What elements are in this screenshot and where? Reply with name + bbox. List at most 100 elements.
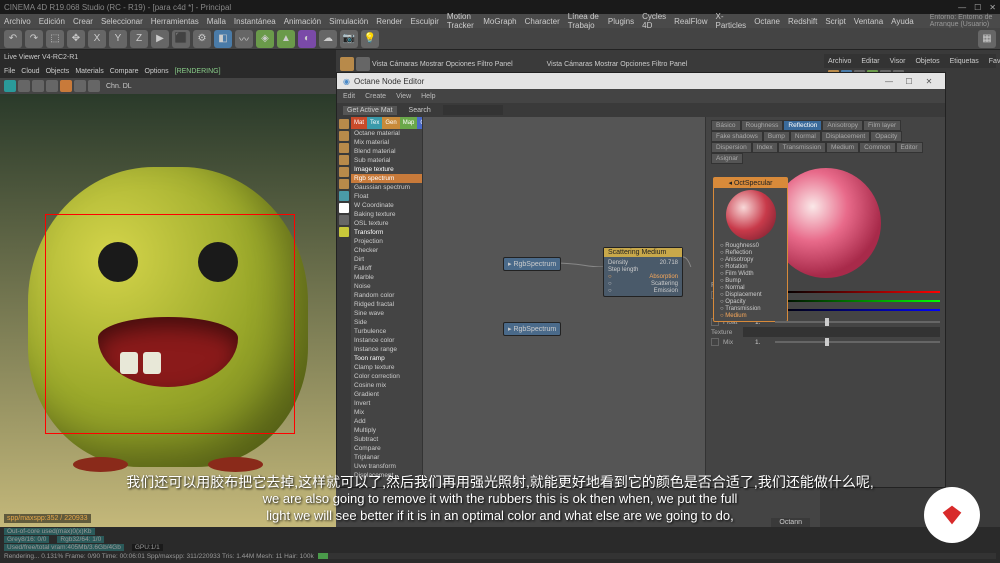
menu-animacion[interactable]: Animación xyxy=(284,17,321,26)
menu-octane[interactable]: Octane xyxy=(754,17,780,26)
tab-index[interactable]: Index xyxy=(752,142,778,153)
layout-icon[interactable]: ▦ xyxy=(978,30,996,48)
region-icon[interactable] xyxy=(60,80,72,92)
menu-render[interactable]: Render xyxy=(376,17,402,26)
ne-close-button[interactable]: ✕ xyxy=(919,77,939,86)
rgb-bars[interactable] xyxy=(784,291,940,299)
render-icon[interactable]: ▶ xyxy=(151,30,169,48)
tab-fakeshadows[interactable]: Fake shadows xyxy=(711,131,763,142)
list-item[interactable]: Mix material xyxy=(351,138,422,147)
list-item[interactable]: Instance color xyxy=(351,336,422,345)
tab-mat[interactable]: Mat xyxy=(351,117,367,129)
play-icon[interactable] xyxy=(4,80,16,92)
ne-menu-create[interactable]: Create xyxy=(365,93,386,100)
menu-cycles[interactable]: Cycles 4D xyxy=(642,12,666,30)
menu-script[interactable]: Script xyxy=(825,17,845,26)
ne-titlebar[interactable]: ◉ Octane Node Editor — ☐ ✕ xyxy=(337,73,945,89)
list-item[interactable]: Add xyxy=(351,417,422,426)
ne-maximize-button[interactable]: ☐ xyxy=(899,77,919,86)
node-graph[interactable]: ▸ RgbSpectrum ▸ RgbSpectrum Scattering M… xyxy=(423,117,705,487)
list-item[interactable]: Invert xyxy=(351,399,422,408)
sb-plane-icon[interactable] xyxy=(339,155,349,165)
list-item[interactable]: W Coordinate xyxy=(351,201,422,210)
light-icon[interactable]: 💡 xyxy=(361,30,379,48)
minimize-button[interactable]: — xyxy=(958,3,966,12)
list-item[interactable]: Subtract xyxy=(351,435,422,444)
menu-herramientas[interactable]: Herramientas xyxy=(151,17,199,26)
menu-plugins[interactable]: Plugins xyxy=(608,17,634,26)
list-item[interactable]: Toon ramp xyxy=(351,354,422,363)
list-item[interactable]: Float xyxy=(351,192,422,201)
list-item[interactable]: Falloff xyxy=(351,264,422,273)
tab-gen[interactable]: Gen xyxy=(382,117,399,129)
sb-icon[interactable] xyxy=(339,191,349,201)
menu-xparticles[interactable]: X-Particles xyxy=(716,12,747,30)
sb-icon[interactable] xyxy=(339,215,349,225)
lock-icon[interactable] xyxy=(46,80,58,92)
move-icon[interactable]: ✥ xyxy=(67,30,85,48)
select-icon[interactable]: ⬚ xyxy=(46,30,64,48)
list-item[interactable]: Octane material xyxy=(351,129,422,138)
viewer-tab-file[interactable]: File xyxy=(4,68,15,75)
redo-icon[interactable]: ↷ xyxy=(25,30,43,48)
list-item[interactable]: Noise xyxy=(351,282,422,291)
viewer-tab-materials[interactable]: Materials xyxy=(75,68,103,75)
list-item[interactable]: Gaussian spectrum xyxy=(351,183,422,192)
rgb-spectrum-node[interactable]: ▸ RgbSpectrum xyxy=(503,322,561,336)
deformer-icon[interactable]: ◐ xyxy=(298,30,316,48)
tab-basico[interactable]: Básico xyxy=(711,120,741,131)
pick-icon[interactable] xyxy=(74,80,86,92)
tab-filmlayer[interactable]: Film layer xyxy=(863,120,901,131)
viewer-tab-options[interactable]: Options xyxy=(145,68,169,75)
chn-label[interactable]: Chn. DL xyxy=(106,83,132,90)
tab-tex[interactable]: Tex xyxy=(367,117,382,129)
list-item[interactable]: Blend material xyxy=(351,147,422,156)
list-item[interactable]: Baking texture xyxy=(351,210,422,219)
menu-crear[interactable]: Crear xyxy=(73,17,93,26)
menu-redshift[interactable]: Redshift xyxy=(788,17,817,26)
octspecular-node[interactable]: ◂ OctSpecular ○ Roughness0 ○ Reflection … xyxy=(713,177,788,322)
pause-icon[interactable] xyxy=(18,80,30,92)
rgb-spectrum-node[interactable]: ▸ RgbSpectrum xyxy=(503,257,561,271)
list-item[interactable]: Sub material xyxy=(351,156,422,165)
menu-esculpir[interactable]: Esculpir xyxy=(410,17,438,26)
extrude-icon[interactable]: ▲ xyxy=(277,30,295,48)
ne-menu-edit[interactable]: Edit xyxy=(343,93,355,100)
float-slider[interactable] xyxy=(775,321,940,323)
tab-map[interactable]: Map xyxy=(400,117,418,129)
list-item[interactable]: Cosine mix xyxy=(351,381,422,390)
sb-sphere-icon[interactable] xyxy=(339,131,349,141)
viewer-tab-cloud[interactable]: Cloud xyxy=(21,68,39,75)
tab-dispersion[interactable]: Dispersion xyxy=(711,142,752,153)
axis-y-icon[interactable]: Y xyxy=(109,30,127,48)
sb-icon[interactable] xyxy=(339,203,349,213)
menu-ayuda[interactable]: Ayuda xyxy=(891,17,914,26)
maximize-button[interactable]: ☐ xyxy=(974,3,981,12)
sb-icon[interactable] xyxy=(339,167,349,177)
stop-icon[interactable] xyxy=(32,80,44,92)
menu-ventana[interactable]: Ventana xyxy=(854,17,883,26)
nav-icon[interactable] xyxy=(340,57,354,71)
focus-icon[interactable] xyxy=(88,80,100,92)
menu-malla[interactable]: Malla xyxy=(207,17,226,26)
nav-icon[interactable] xyxy=(356,57,370,71)
list-item[interactable]: Image texture xyxy=(351,165,422,174)
undo-icon[interactable]: ↶ xyxy=(4,30,22,48)
camera-icon[interactable]: 📷 xyxy=(340,30,358,48)
list-item[interactable]: Ridged fractal xyxy=(351,300,422,309)
axis-z-icon[interactable]: Z xyxy=(130,30,148,48)
tab-bump[interactable]: Bump xyxy=(763,131,790,142)
menu-linea[interactable]: Línea de Trabajo xyxy=(568,12,600,30)
subdiv-icon[interactable]: ◈ xyxy=(256,30,274,48)
list-item[interactable]: Multiply xyxy=(351,426,422,435)
list-item[interactable]: Checker xyxy=(351,246,422,255)
menu-instantanea[interactable]: Instantánea xyxy=(234,17,276,26)
axis-x-icon[interactable]: X xyxy=(88,30,106,48)
list-item[interactable]: Side xyxy=(351,318,422,327)
viewer-tab-objects[interactable]: Objects xyxy=(46,68,70,75)
menu-mograph[interactable]: MoGraph xyxy=(483,17,516,26)
close-button[interactable]: ✕ xyxy=(989,3,996,12)
sb-cylinder-icon[interactable] xyxy=(339,143,349,153)
sb-icon[interactable] xyxy=(339,227,349,237)
render-viewport[interactable]: spp/maxspp:352 / 220933 xyxy=(0,94,336,527)
